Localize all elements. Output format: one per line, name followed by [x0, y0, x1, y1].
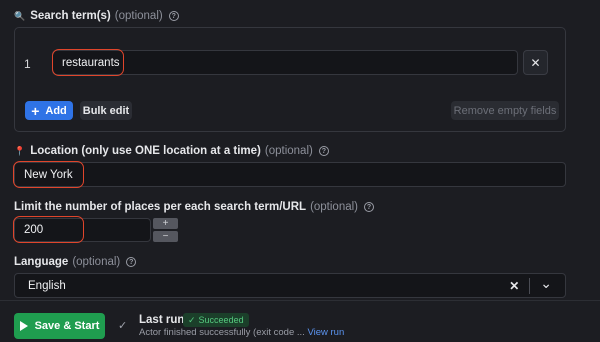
search-term-input[interactable]: restaurants — [52, 50, 518, 75]
language-select[interactable]: English — [14, 273, 566, 298]
help-icon[interactable]: ? — [168, 11, 179, 21]
divider — [529, 278, 531, 294]
save-and-start-button[interactable]: Save & Start — [14, 313, 105, 339]
last-run-label: Last run — [139, 314, 185, 326]
decrement-button[interactable]: − — [153, 231, 178, 242]
limit-label: Limit the number of places per each sear… — [14, 201, 375, 213]
help-icon[interactable]: ? — [318, 146, 329, 156]
status-line: Actor finished successfully (exit code .… — [139, 327, 344, 338]
chevron-down-icon[interactable]: ⌄ — [540, 275, 552, 292]
remove-empty-fields-button[interactable]: Remove empty fields — [451, 101, 559, 120]
check-icon: ✓ — [188, 314, 196, 325]
location-input[interactable]: New York — [14, 162, 566, 187]
increment-button[interactable]: + — [153, 218, 178, 229]
location-label: 📍 Location (only use ONE location at a t… — [14, 145, 329, 157]
help-icon[interactable]: ? — [126, 257, 137, 267]
row-index: 1 — [24, 57, 31, 71]
limit-stepper: + − — [153, 218, 178, 242]
check-icon: ✓ — [118, 320, 128, 332]
search-icon: 🔍 — [14, 10, 26, 21]
play-icon — [19, 321, 28, 331]
pin-icon: 📍 — [14, 145, 26, 156]
help-icon[interactable]: ? — [364, 202, 375, 212]
language-label: Language (optional) ? — [14, 256, 137, 268]
view-run-link[interactable]: View run — [307, 327, 344, 338]
close-icon: ✕ — [530, 55, 541, 70]
language-select-controls: ✕ ⌄ — [509, 275, 552, 294]
add-button[interactable]: + Add — [25, 101, 73, 120]
limit-input[interactable]: 200 — [14, 218, 151, 242]
plus-icon: + — [31, 102, 40, 119]
run-footer: Save & Start ✓ Last run ✓ Succeeded Acto… — [0, 300, 600, 342]
clear-icon[interactable]: ✕ — [509, 279, 519, 293]
remove-row-button[interactable]: ✕ — [523, 50, 548, 75]
bulk-edit-button[interactable]: Bulk edit — [80, 101, 132, 120]
status-badge: ✓ Succeeded — [183, 313, 249, 327]
search-terms-label: 🔍 Search term(s) (optional) ? — [14, 10, 179, 22]
status-text: Actor finished successfully (exit code .… — [139, 327, 305, 338]
